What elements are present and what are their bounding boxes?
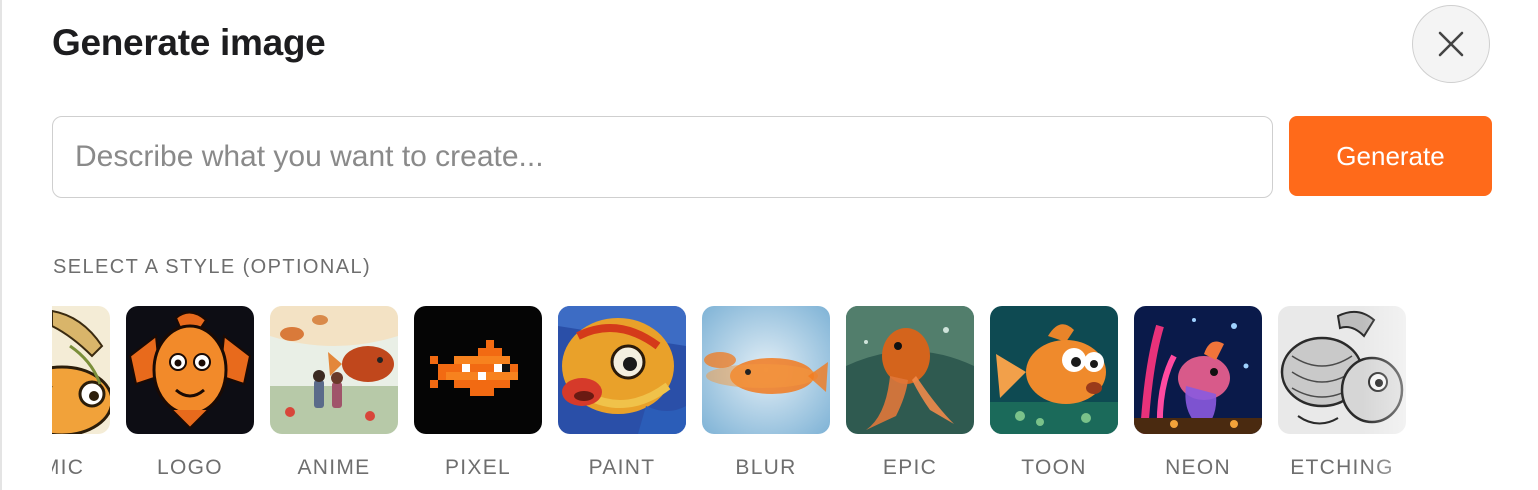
style-option-paint[interactable]: PAINT (550, 300, 694, 480)
style-list: COMIC LOGO (52, 300, 1414, 480)
pixel-style-thumbnail (414, 306, 542, 434)
style-label: COMIC (52, 456, 85, 479)
style-option-neon[interactable]: NEON (1126, 300, 1270, 480)
neon-style-thumbnail (1134, 306, 1262, 434)
style-carousel[interactable]: COMIC LOGO (52, 300, 1452, 490)
prompt-input[interactable] (52, 116, 1273, 198)
style-option-blur[interactable]: BLUR (694, 300, 838, 480)
anime-style-thumbnail (270, 306, 398, 434)
dialog-title: Generate image (52, 22, 326, 63)
style-label: ANIME (297, 456, 371, 479)
generate-button[interactable]: Generate (1289, 116, 1492, 196)
toon-style-thumbnail (990, 306, 1118, 434)
style-option-epic[interactable]: EPIC (838, 300, 982, 480)
style-option-logo[interactable]: LOGO (118, 300, 262, 480)
logo-style-thumbnail (126, 306, 254, 434)
style-section-label: SELECT A STYLE (OPTIONAL) (53, 256, 372, 278)
style-option-pixel[interactable]: PIXEL (406, 300, 550, 480)
style-label: EPIC (882, 456, 938, 479)
epic-style-thumbnail (846, 306, 974, 434)
style-option-toon[interactable]: TOON (982, 300, 1126, 480)
style-label: TOON (1021, 456, 1087, 479)
style-option-anime[interactable]: ANIME (262, 300, 406, 480)
style-option-etching[interactable]: ETCHING (1270, 300, 1414, 480)
blur-style-thumbnail (702, 306, 830, 434)
style-label: ETCHING (1290, 456, 1394, 479)
style-label: NEON (1165, 456, 1231, 479)
close-icon (1438, 31, 1464, 57)
style-label: PAINT (588, 456, 656, 479)
comic-style-thumbnail (52, 306, 110, 434)
close-button[interactable] (1412, 5, 1490, 83)
style-label: LOGO (157, 456, 223, 479)
paint-style-thumbnail (558, 306, 686, 434)
style-label: BLUR (735, 456, 797, 479)
style-label: PIXEL (444, 456, 512, 479)
style-option-comic[interactable]: COMIC (52, 300, 118, 480)
generate-image-dialog: Generate image Generate SELECT A STYLE (… (0, 0, 1538, 490)
etching-style-thumbnail (1278, 306, 1406, 434)
